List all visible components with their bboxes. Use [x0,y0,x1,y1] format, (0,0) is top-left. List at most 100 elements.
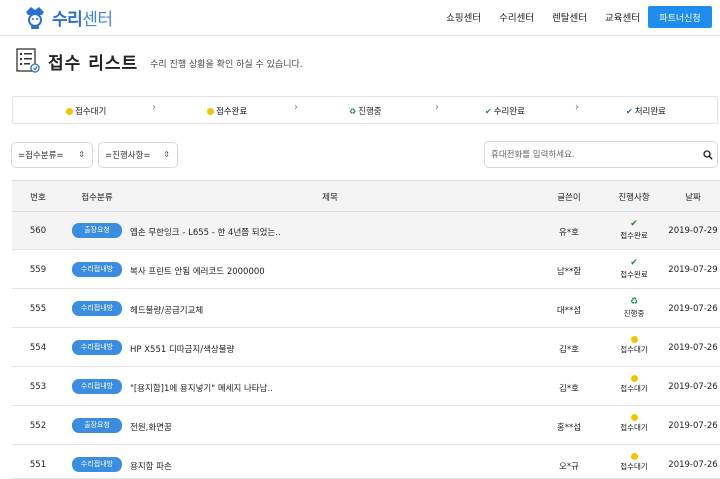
row-status-text: 접수대기 [620,384,648,393]
row-status: ♻ 진행중 [608,297,660,319]
chevron-updown-icon: ⇕ [78,150,85,159]
page-title: 접수 리스트 [48,53,139,74]
phone-search-input[interactable] [491,146,691,164]
logo-text-bold: 수리 [52,9,83,30]
step-label: 진행중 [358,107,382,117]
check-circle-icon: ✔ [485,106,492,116]
row-title-link[interactable]: HP X551 디따금지/색상불량 [130,343,234,355]
row-status: ✔ 접수완료 [608,219,660,241]
yellow-dot-icon [630,375,638,382]
category-badge: 출장요청 [72,223,122,238]
logo-text-light: 센터 [82,9,113,30]
row-status: 접수대기 [608,375,660,394]
table-row[interactable]: 551 수리접내방 용지함 파손 오*규 접수대기 2019-07-26 [12,446,720,479]
step-repaired: ✔ 수리완료 [485,105,525,118]
row-author: 오*규 [559,462,579,472]
table-row[interactable]: 552 출장요청 전원,화면꿈 홍**섭 접수대기 2019-07-26 [12,407,720,445]
yellow-dot-icon [630,414,638,421]
nav-education-center[interactable]: 교육센터 [605,10,640,24]
category-badge: 수리접내방 [72,262,122,277]
table-row[interactable]: 553 수리접내방 "[용지함]1에 용지넣기" 메세지 나타남.. 김*호 접… [12,368,720,406]
row-status-text: 접수완료 [620,270,648,279]
row-status: 접수대기 [608,453,660,472]
check-circle-icon: ✔ [630,219,638,229]
row-date: 2019-07-29 [668,265,718,275]
top-navigation-bar: 수리센터 쇼핑센터 수리센터 렌탈센터 교육센터 파트너신청 [0,0,720,36]
chevron-updown-icon: ⇕ [163,150,170,159]
repair-mascot-icon [22,4,48,30]
recycle-icon: ♻ [629,297,639,307]
table-row[interactable]: 555 수리접내방 헤드불량/공급기교체 대**섬 ♻ 진행중 2019-07-2… [12,290,720,328]
row-number: 559 [29,265,47,275]
search-icon[interactable] [703,150,713,160]
table-row[interactable]: 559 수리접내방 복사 프린트 안됨 에러코드 2000000 남**함 ✔ 접… [12,251,720,289]
nav-repair-center[interactable]: 수리센터 [499,10,534,24]
row-title-link[interactable]: 전원,화면꿈 [130,421,172,433]
row-author: 대**섬 [556,306,582,316]
row-date: 2019-07-29 [668,226,718,236]
main-nav: 쇼핑센터 수리센터 렌탈센터 교육센터 [428,10,640,24]
row-date: 2019-07-26 [668,343,718,353]
row-status-text: 진행중 [623,309,645,318]
row-author: 김*호 [559,345,579,355]
category-badge: 수리접내방 [72,340,122,355]
category-badge: 수리접내방 [72,457,122,472]
row-title-link[interactable]: 엡손 무한잉크 - L655 - 한 4년쯤 되었는.. [130,226,281,238]
list-document-icon [16,48,40,74]
category-select-value: =접수분류= [18,151,64,161]
yellow-dot-icon [630,453,638,460]
step-waiting: 접수대기 [66,105,106,117]
row-number: 553 [29,382,47,392]
status-select-value: =진행사항= [105,151,151,161]
step-label: 처리완료 [634,107,666,117]
table-row[interactable]: 560 출장요청 엡손 무한잉크 - L655 - 한 4년쯤 되었는.. 유*… [12,212,720,250]
phone-search-box [484,141,718,168]
chevron-right-icon: › [152,102,156,113]
row-author: 김*호 [559,384,579,394]
row-status: 접수대기 [608,414,660,433]
page-heading: 접수 리스트 수리 진행 상황을 확인 하실 수 있습니다. [16,44,303,78]
row-status-text: 접수대기 [620,423,648,432]
column-header-number: 번호 [30,193,46,203]
step-processed: ✔ 처리완료 [626,105,666,118]
column-header-author: 글쓴이 [557,193,581,203]
nav-shopping-center[interactable]: 쇼핑센터 [446,10,481,24]
row-title-link[interactable]: 용지함 파손 [130,460,172,472]
category-badge: 수리접내방 [72,301,122,316]
row-title-link[interactable]: "[용지함]1에 용지넣기" 메세지 나타남.. [130,382,273,394]
row-number: 560 [29,226,47,236]
step-label: 접수완료 [216,107,248,117]
logo-text: 수리센터 [52,5,113,30]
row-status-text: 접수대기 [620,462,648,471]
category-select[interactable]: =접수분류= ⇕ [11,142,93,168]
row-status-text: 접수대기 [620,345,648,354]
row-date: 2019-07-26 [668,421,718,431]
row-title-link[interactable]: 헤드불량/공급기교체 [130,304,203,316]
row-number: 554 [29,343,47,353]
page-subtitle: 수리 진행 상황을 확인 하실 수 있습니다. [150,59,303,70]
column-header-title: 제목 [322,193,338,203]
chevron-right-icon: › [294,102,298,113]
step-in-progress: ♻ 진행중 [349,105,382,118]
check-circle-blue-icon: ✔ [626,106,633,116]
row-status: ✔ 접수완료 [608,258,660,280]
chevron-right-icon: › [575,102,579,113]
nav-rental-center[interactable]: 렌탈센터 [552,10,587,24]
row-author: 남**함 [556,267,582,277]
row-author: 홍**섭 [556,423,582,433]
row-title-link[interactable]: 복사 프린트 안됨 에러코드 2000000 [130,265,265,277]
yellow-dot-icon [66,107,73,115]
check-circle-icon: ✔ [630,258,638,268]
site-logo[interactable]: 수리센터 [22,4,113,30]
status-select[interactable]: =진행사항= ⇕ [98,142,178,168]
row-author: 유*호 [559,228,579,238]
row-status: 접수대기 [608,336,660,355]
row-number: 552 [29,421,47,431]
partner-apply-button[interactable]: 파트너신청 [648,6,712,28]
table-row[interactable]: 554 수리접내방 HP X551 디따금지/색상불량 김*호 접수대기 201… [12,329,720,367]
row-date: 2019-07-26 [668,382,718,392]
category-badge: 출장요청 [72,418,122,433]
step-label: 수리완료 [493,107,525,117]
step-label: 접수대기 [75,107,107,117]
table-header: 번호 접수분류 제목 글쓴이 진행사항 날짜 [12,180,720,212]
